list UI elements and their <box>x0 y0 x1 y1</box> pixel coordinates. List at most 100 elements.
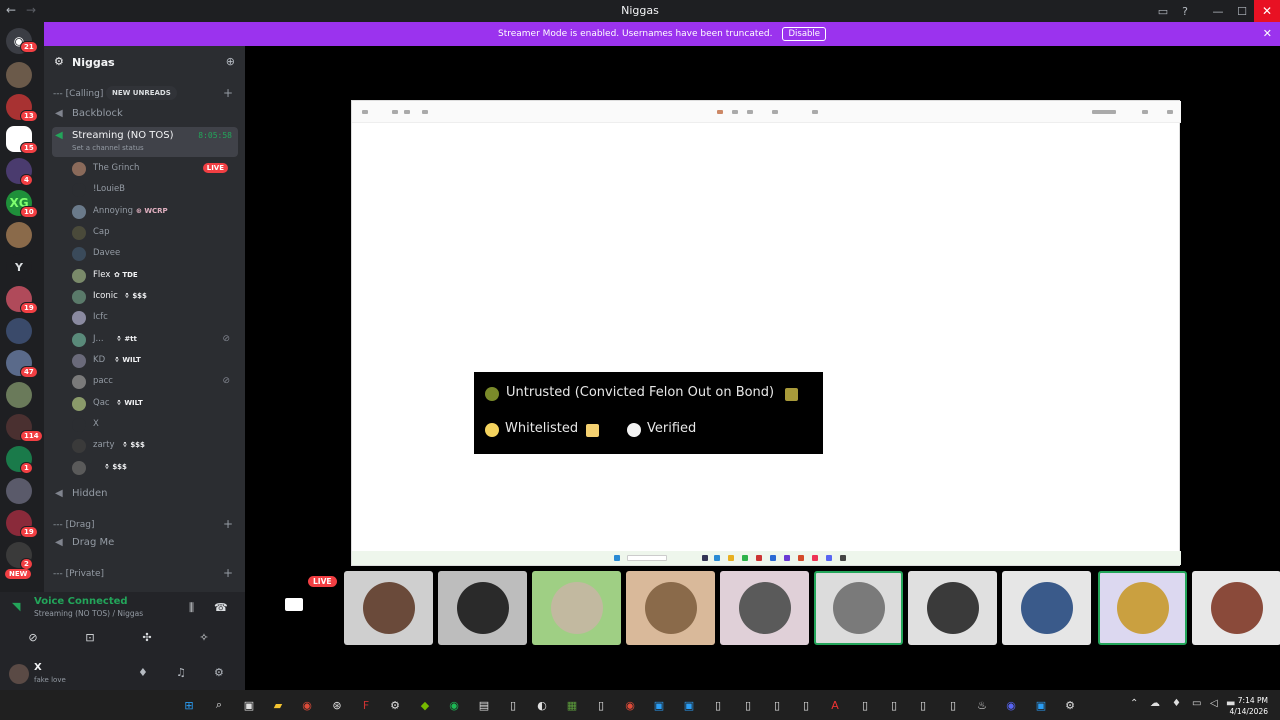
server-header[interactable]: ⚙ Niggas ⌄ ⊕ <box>44 46 245 78</box>
voice-member[interactable]: J... ⚱ #tt ⊘ <box>72 331 242 349</box>
participant-tile[interactable] <box>532 571 621 645</box>
voice-member[interactable]: Annoying ⊛ WCRP <box>72 203 242 221</box>
system-clock[interactable]: 7:14 PM 4/14/2026 <box>1230 695 1268 717</box>
camera-off-button[interactable]: ⊘ <box>8 628 58 646</box>
server-icon[interactable] <box>6 382 32 408</box>
voice-member[interactable]: Cap <box>72 224 242 242</box>
add-member-icon[interactable]: ⊕ <box>226 55 235 68</box>
activities-button[interactable]: ✣ <box>122 628 172 646</box>
new-unreads-pill[interactable]: NEW UNREADS <box>106 86 177 100</box>
participant-tile[interactable] <box>1192 571 1280 645</box>
voice-member[interactable]: The Grinch LIVE <box>72 160 242 178</box>
participant-tile[interactable] <box>908 571 997 645</box>
soundboard-button[interactable]: ✧ <box>179 628 229 646</box>
participant-tile[interactable] <box>438 571 527 645</box>
add-channel-icon[interactable]: + <box>223 86 233 100</box>
participant-tile[interactable] <box>344 571 433 645</box>
disconnect-icon[interactable]: ☎ <box>214 601 228 614</box>
settings-icon[interactable]: ⚙ <box>214 666 224 679</box>
voice-member[interactable]: !LouieB <box>72 181 242 199</box>
app-icon[interactable]: ▣ <box>682 698 696 712</box>
server-icon[interactable] <box>6 222 32 248</box>
voice-member[interactable]: Icfc <box>72 309 242 327</box>
file-icon[interactable]: ▯ <box>887 698 901 712</box>
avatar[interactable] <box>9 664 29 684</box>
mic-tray-icon[interactable]: ♦ <box>1172 698 1181 709</box>
server-icon[interactable] <box>6 62 32 88</box>
participant-tile[interactable] <box>814 571 903 645</box>
voice-channel-path[interactable]: Streaming (NO TOS) / Niggas <box>34 609 143 618</box>
settings-icon[interactable]: ⚙ <box>388 698 402 712</box>
file-icon[interactable]: ▯ <box>741 698 755 712</box>
file-icon[interactable]: ▯ <box>711 698 725 712</box>
file-icon[interactable]: ▯ <box>916 698 930 712</box>
app-icon[interactable]: ♨ <box>975 698 989 712</box>
microphone-icon[interactable]: ♦ <box>138 666 148 679</box>
channel-backblock[interactable]: ◀ Backblock <box>52 105 238 123</box>
inbox-icon[interactable]: ▭ <box>1152 0 1174 22</box>
headphones-icon[interactable]: ♫ <box>176 666 186 679</box>
minimize-button[interactable]: — <box>1206 0 1230 22</box>
server-icon[interactable]: Y <box>6 254 32 280</box>
search-icon[interactable]: ⌕ <box>212 698 226 712</box>
participant-tile[interactable] <box>1098 571 1187 645</box>
file-icon[interactable]: ▯ <box>594 698 608 712</box>
file-icon[interactable]: ▯ <box>858 698 872 712</box>
chrome-icon[interactable]: ◉ <box>300 698 314 712</box>
display-icon[interactable]: ▭ <box>1192 698 1201 709</box>
banner-close-icon[interactable]: ✕ <box>1263 27 1272 40</box>
volume-icon[interactable]: ◁ <box>1210 698 1218 709</box>
spotify-icon[interactable]: ◉ <box>447 698 461 712</box>
channel-drag-me[interactable]: ◀ Drag Me <box>52 534 238 552</box>
close-button[interactable]: ✕ <box>1254 0 1280 22</box>
add-channel-icon[interactable]: + <box>223 517 233 531</box>
file-icon[interactable]: ▯ <box>506 698 520 712</box>
network-icon[interactable]: ☁ <box>1150 698 1160 709</box>
participant-tile[interactable] <box>1002 571 1091 645</box>
app-icon[interactable]: ◐ <box>535 698 549 712</box>
voice-member[interactable]: Qac ⚱ WILT <box>72 395 242 413</box>
chrome-icon[interactable]: ◉ <box>623 698 637 712</box>
server-icon[interactable] <box>6 318 32 344</box>
file-icon[interactable]: ▯ <box>770 698 784 712</box>
start-icon[interactable]: ⊞ <box>182 698 196 712</box>
channel-hidden[interactable]: ◀ Hidden <box>52 485 238 503</box>
discord-icon[interactable]: ◉ <box>1004 698 1018 712</box>
screen-share-view[interactable] <box>351 100 1181 566</box>
voice-member[interactable]: X <box>72 416 242 434</box>
voice-member[interactable]: pacc ⊘ <box>72 373 242 391</box>
channel-streaming[interactable]: ◀ Streaming (NO TOS) 8:05:58 Set a chann… <box>52 127 238 157</box>
file-icon[interactable]: ▯ <box>799 698 813 712</box>
add-channel-icon[interactable]: + <box>223 566 233 580</box>
help-icon[interactable]: ? <box>1174 0 1196 22</box>
category-drag[interactable]: --- [Drag] <box>53 520 94 530</box>
voice-member[interactable]: Flex ✿ TDE <box>72 267 242 285</box>
epic-games-icon[interactable]: ▤ <box>477 698 491 712</box>
task-view-icon[interactable]: ▣ <box>242 698 256 712</box>
noise-suppression-icon[interactable]: ⫼ <box>189 601 194 615</box>
app-icon[interactable]: ▣ <box>652 698 666 712</box>
file-icon[interactable]: ▯ <box>946 698 960 712</box>
app-icon[interactable]: ⊛ <box>330 698 344 712</box>
voice-connected-label[interactable]: Voice Connected <box>34 596 128 607</box>
channel-status[interactable]: Set a channel status <box>72 144 144 152</box>
voice-member[interactable]: Iconic ⚱ $$$ <box>72 288 242 306</box>
voice-member[interactable]: Davee <box>72 245 242 263</box>
voice-member[interactable]: ⚱ $$$ <box>72 459 242 477</box>
app-icon[interactable]: ⚙ <box>1063 698 1077 712</box>
server-icon[interactable] <box>6 478 32 504</box>
acrobat-icon[interactable]: A <box>828 698 842 712</box>
category-private[interactable]: --- [Private] <box>53 569 104 579</box>
maximize-button[interactable]: ☐ <box>1230 0 1254 22</box>
disable-button[interactable]: Disable <box>782 27 827 41</box>
share-screen-button[interactable]: ⊡ <box>65 628 115 646</box>
app-icon[interactable]: F <box>359 698 373 712</box>
file-explorer-icon[interactable]: ▰ <box>271 698 285 712</box>
nvidia-icon[interactable]: ◆ <box>418 698 432 712</box>
participant-tile[interactable] <box>626 571 715 645</box>
app-icon[interactable]: ▣ <box>1034 698 1048 712</box>
minecraft-icon[interactable]: ▦ <box>565 698 579 712</box>
category-calling[interactable]: --- [Calling] <box>53 89 103 99</box>
voice-member[interactable]: KD ⚱ WILT <box>72 352 242 370</box>
voice-member[interactable]: zarty ⚱ $$$ <box>72 437 242 455</box>
